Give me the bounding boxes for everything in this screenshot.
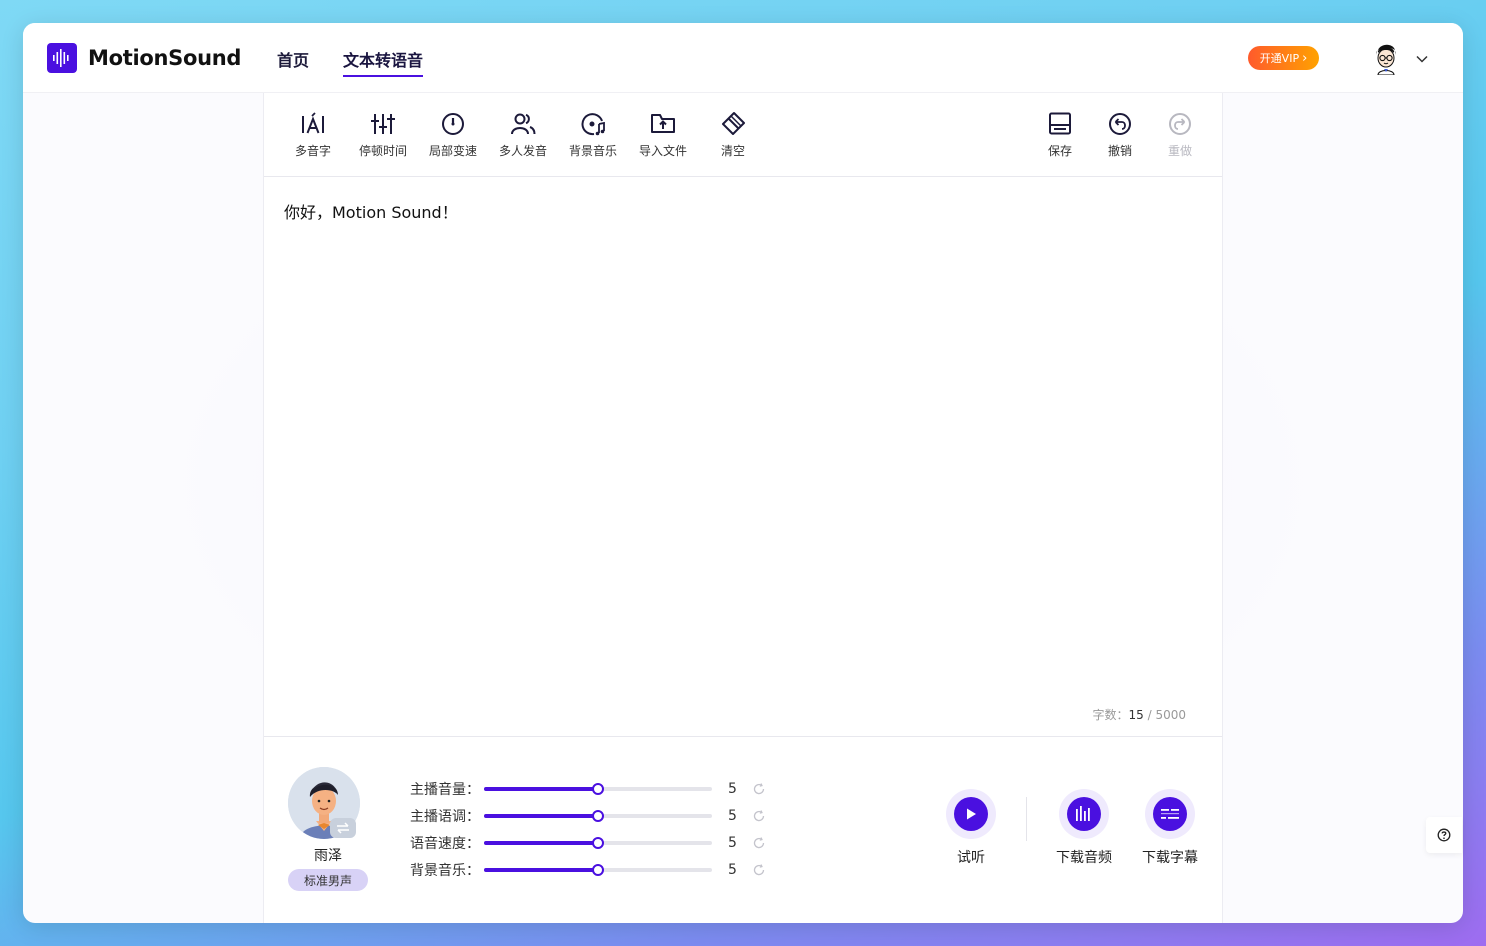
voice-controls: 雨泽 标准男声 主播音量： 5 主播语调： 5 语音速度： 5 背景音乐： 5 … <box>264 736 1222 923</box>
tool-label: 清空 <box>720 144 745 158</box>
soundwave-logo-icon <box>47 43 77 73</box>
tool-label: 撤销 <box>1107 144 1132 158</box>
tool-import-file[interactable]: 导入文件 <box>633 111 693 159</box>
tool-label: 重做 <box>1167 144 1192 158</box>
slider-knob[interactable] <box>592 810 604 822</box>
tool-label: 背景音乐 <box>568 144 617 158</box>
slider-fill <box>484 841 598 845</box>
slider-value: 5 <box>728 862 737 878</box>
subtitle-icon <box>1153 797 1187 831</box>
slider-label: 背景音乐： <box>410 863 480 879</box>
voice-tag: 标准男声 <box>288 869 368 891</box>
slider-track[interactable] <box>484 864 712 876</box>
download-subtitle-label: 下载字幕 <box>1142 850 1198 866</box>
nav-home[interactable]: 首页 <box>277 47 309 77</box>
tool-label: 保存 <box>1047 144 1072 158</box>
slider-label: 主播语调： <box>410 809 480 825</box>
audio-bars-icon <box>1067 797 1101 831</box>
tool-multi-speaker[interactable]: 多人发音 <box>493 111 553 159</box>
reset-icon[interactable] <box>752 809 766 823</box>
download-subtitle-ring <box>1145 789 1195 839</box>
char-count-separator: / <box>1143 708 1156 722</box>
logo-text: MotionSound <box>88 46 242 70</box>
slider-fill <box>484 868 598 872</box>
import-folder-icon <box>651 114 675 133</box>
slider-speed: 语音速度： 5 <box>410 833 766 853</box>
char-count: 字数：15 / 5000 <box>1092 706 1186 723</box>
tool-label: 多人发音 <box>498 144 547 158</box>
help-button[interactable] <box>1426 817 1462 853</box>
slider-track[interactable] <box>484 810 712 822</box>
nav-text-to-speech[interactable]: 文本转语音 <box>343 47 424 77</box>
tool-background-music[interactable]: 背景音乐 <box>563 111 623 159</box>
tool-undo[interactable]: 撤销 <box>1090 111 1150 159</box>
char-count-label: 字数： <box>1092 708 1129 722</box>
help-icon <box>1437 828 1451 842</box>
slider-track[interactable] <box>484 783 712 795</box>
editor-toolbar: 多音字 停顿时间 局部变速 多人发音 背景音乐 导入文件 清空 保存 撤销 重做 <box>264 93 1222 177</box>
open-vip-button[interactable]: 开通VIP › <box>1248 46 1319 70</box>
tool-label: 局部变速 <box>428 144 477 158</box>
tool-redo[interactable]: 重做 <box>1150 111 1210 159</box>
undo-icon <box>1109 113 1131 135</box>
voice-name: 雨泽 <box>314 848 342 864</box>
slider-pitch: 主播语调： 5 <box>410 806 766 826</box>
slider-label: 语音速度： <box>410 836 480 852</box>
slider-label: 主播音量： <box>410 782 480 798</box>
save-icon <box>1049 112 1071 135</box>
tool-clear[interactable]: 清空 <box>703 111 763 159</box>
slider-value: 5 <box>728 835 737 851</box>
download-audio-button[interactable]: 下载音频 <box>1056 789 1112 867</box>
download-audio-ring <box>1059 789 1109 839</box>
slider-volume: 主播音量： 5 <box>410 779 766 799</box>
char-count-current: 15 <box>1128 708 1144 722</box>
slider-knob[interactable] <box>592 783 604 795</box>
tool-local-speed[interactable]: 局部变速 <box>423 111 483 159</box>
reset-icon[interactable] <box>752 863 766 877</box>
chevron-down-icon[interactable] <box>1415 51 1429 65</box>
tool-save[interactable]: 保存 <box>1030 111 1090 159</box>
app-window: MotionSound 首页 文本转语音 开通VIP › 多音字 停顿时间 局部… <box>23 23 1463 923</box>
slider-value: 5 <box>728 781 737 797</box>
polyphone-icon <box>302 112 324 134</box>
tool-label: 多音字 <box>294 144 331 158</box>
slider-knob[interactable] <box>592 864 604 876</box>
slider-knob[interactable] <box>592 837 604 849</box>
redo-icon <box>1169 113 1191 135</box>
slider-track[interactable] <box>484 837 712 849</box>
swap-voice-icon[interactable] <box>330 818 356 838</box>
reset-icon[interactable] <box>752 836 766 850</box>
char-count-max: 5000 <box>1155 708 1186 722</box>
slider-bgm: 背景音乐： 5 <box>410 860 766 880</box>
slider-value: 5 <box>728 808 737 824</box>
divider <box>1026 797 1027 841</box>
top-header: MotionSound 首页 文本转语音 开通VIP › <box>23 23 1463 93</box>
pause-sliders-icon <box>371 114 395 134</box>
tool-label: 导入文件 <box>638 144 687 158</box>
logo[interactable]: MotionSound <box>47 43 241 73</box>
vip-label: 开通VIP <box>1259 52 1300 65</box>
slider-fill <box>484 787 598 791</box>
slider-fill <box>484 814 598 818</box>
music-disc-icon <box>581 113 605 136</box>
eraser-icon <box>722 112 745 135</box>
tool-label: 停顿时间 <box>358 144 407 158</box>
tool-polyphone[interactable]: 多音字 <box>283 111 343 159</box>
download-subtitle-button[interactable]: 下载字幕 <box>1142 789 1198 867</box>
multi-speaker-icon <box>511 113 536 135</box>
preview-label: 试听 <box>957 850 985 866</box>
chevron-right-icon: › <box>1302 50 1308 66</box>
editor-panel: 多音字 停顿时间 局部变速 多人发音 背景音乐 导入文件 清空 保存 撤销 重做… <box>263 93 1223 923</box>
user-avatar[interactable] <box>1369 41 1403 76</box>
download-audio-label: 下载音频 <box>1056 850 1112 866</box>
play-icon <box>954 797 988 831</box>
reset-icon[interactable] <box>752 782 766 796</box>
preview-ring <box>946 789 996 839</box>
text-editor[interactable]: 你好，Motion Sound！ <box>284 199 458 223</box>
speed-dial-icon <box>442 113 464 135</box>
tool-pause-time[interactable]: 停顿时间 <box>353 111 413 159</box>
preview-button[interactable]: 试听 <box>946 789 996 867</box>
main-nav: 首页 文本转语音 <box>277 47 424 77</box>
